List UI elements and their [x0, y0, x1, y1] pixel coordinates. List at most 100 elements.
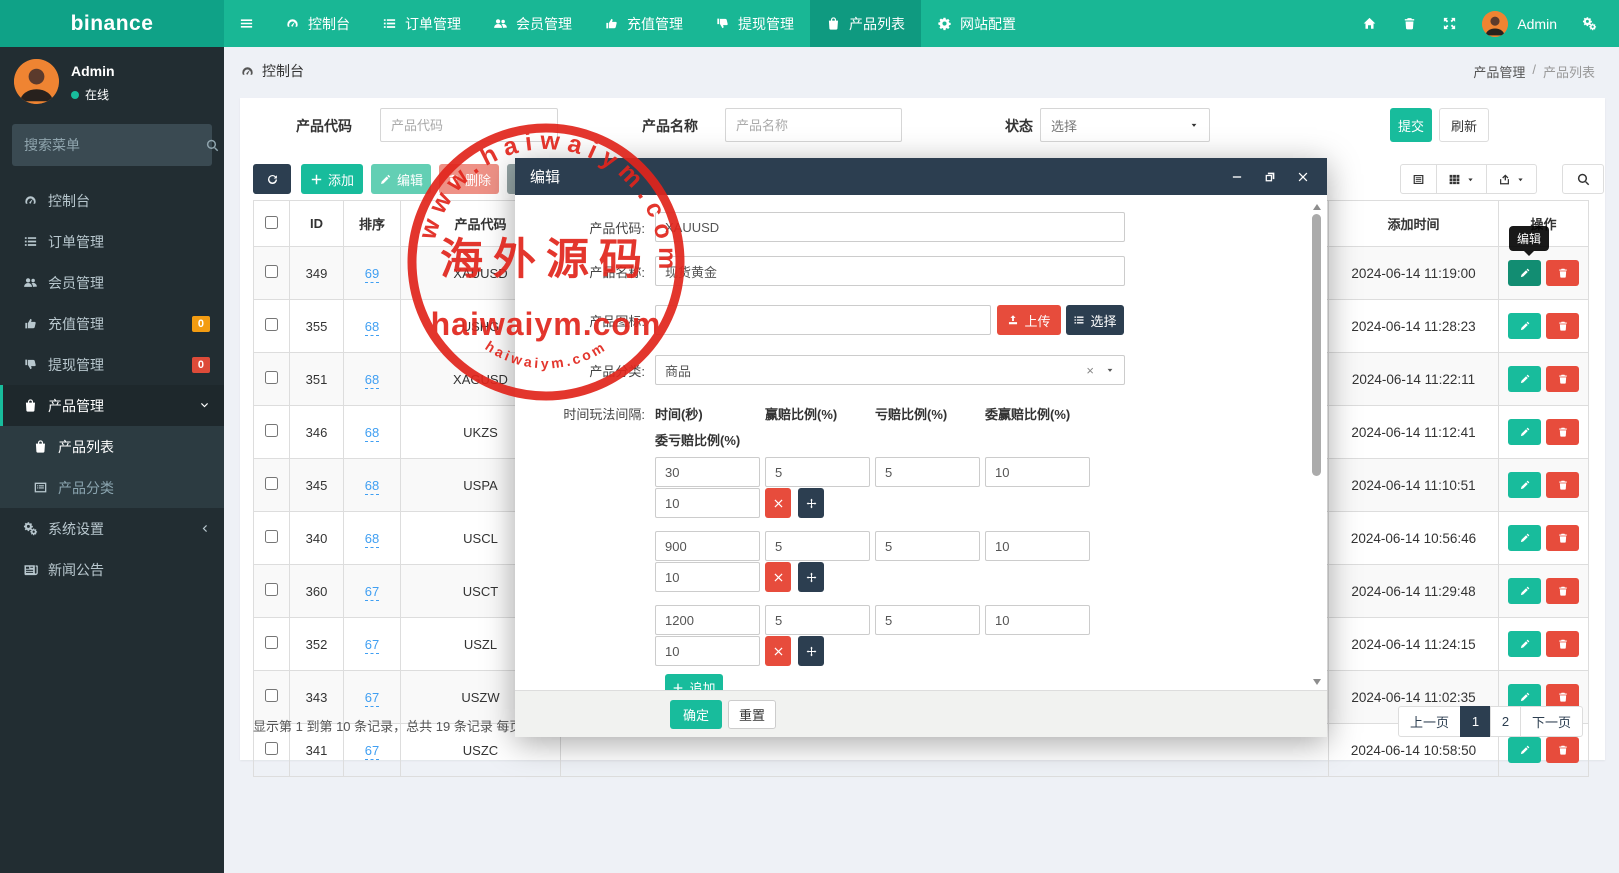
nav-item-site-config[interactable]: 网站配置	[921, 0, 1032, 47]
row-checkbox[interactable]	[265, 583, 278, 596]
edit-button[interactable]: 编辑	[371, 164, 431, 194]
sort-link[interactable]: 68	[365, 425, 379, 442]
dwin-ratio-input[interactable]	[985, 457, 1090, 487]
submit-button[interactable]: 提交	[1390, 108, 1432, 142]
nav-item-orders[interactable]: 订单管理	[366, 0, 477, 47]
delete-button[interactable]: 删除	[439, 164, 499, 194]
row-checkbox[interactable]	[265, 424, 278, 437]
dwin-ratio-input[interactable]	[985, 605, 1090, 635]
maximize-icon[interactable]	[1264, 171, 1276, 183]
search-icon[interactable]	[205, 138, 220, 153]
sidebar-item-orders[interactable]: 订单管理	[0, 221, 224, 262]
remove-row-button[interactable]	[765, 562, 791, 592]
row-checkbox[interactable]	[265, 689, 278, 702]
win-ratio-input[interactable]	[765, 457, 870, 487]
row-delete-button[interactable]	[1546, 472, 1579, 498]
export-button[interactable]	[1486, 164, 1537, 194]
menu-search-input[interactable]	[24, 137, 205, 153]
row-edit-button[interactable]	[1508, 578, 1541, 604]
refresh-button[interactable]: 刷新	[1439, 108, 1489, 142]
upload-button[interactable]: 上传	[997, 305, 1061, 335]
win-ratio-input[interactable]	[765, 605, 870, 635]
nav-item-product-list[interactable]: 产品列表	[810, 0, 921, 47]
row-delete-button[interactable]	[1546, 366, 1579, 392]
sidebar-item-product-manage[interactable]: 产品管理	[0, 385, 224, 426]
product-name-input[interactable]	[725, 108, 902, 142]
table-refresh-button[interactable]	[253, 164, 291, 194]
sidebar-item-members[interactable]: 会员管理	[0, 262, 224, 303]
dialog-scrollbar[interactable]	[1311, 200, 1323, 689]
row-delete-button[interactable]	[1546, 631, 1579, 657]
row-edit-button[interactable]	[1508, 419, 1541, 445]
row-checkbox[interactable]	[265, 265, 278, 278]
add-button[interactable]: 添加	[301, 164, 363, 194]
user-menu[interactable]: Admin	[1482, 11, 1557, 37]
gears-icon[interactable]	[1582, 16, 1597, 31]
remove-row-button[interactable]	[765, 488, 791, 518]
pagination-prev[interactable]: 上一页	[1398, 706, 1461, 737]
sidebar-item-product-category[interactable]: 产品分类	[0, 467, 224, 508]
row-checkbox[interactable]	[265, 742, 278, 755]
code-field[interactable]	[655, 212, 1125, 242]
row-edit-button[interactable]	[1508, 366, 1541, 392]
row-edit-button[interactable]	[1508, 260, 1541, 286]
product-code-input[interactable]	[380, 108, 558, 142]
move-row-button[interactable]	[798, 488, 824, 518]
row-delete-button[interactable]	[1546, 578, 1579, 604]
sidebar-toggle-button[interactable]	[224, 0, 269, 47]
clear-selection-icon[interactable]: ×	[1086, 363, 1094, 378]
dialog-titlebar[interactable]: 编辑	[515, 158, 1327, 195]
detail-view-button[interactable]	[1400, 164, 1437, 194]
sort-link[interactable]: 68	[365, 372, 379, 389]
sort-link[interactable]: 68	[365, 319, 379, 336]
row-checkbox[interactable]	[265, 318, 278, 331]
time-input[interactable]	[655, 531, 760, 561]
row-delete-button[interactable]	[1546, 525, 1579, 551]
row-checkbox[interactable]	[265, 371, 278, 384]
sort-link[interactable]: 69	[365, 266, 379, 283]
icon-field[interactable]	[655, 305, 991, 335]
lose-ratio-input[interactable]	[875, 457, 980, 487]
close-icon[interactable]	[1297, 171, 1309, 183]
win-ratio-input[interactable]	[765, 531, 870, 561]
choose-button[interactable]: 选择	[1066, 305, 1124, 335]
nav-item-recharge[interactable]: 充值管理	[588, 0, 699, 47]
reset-button[interactable]: 重置	[728, 700, 776, 729]
row-edit-button[interactable]	[1508, 525, 1541, 551]
row-checkbox[interactable]	[265, 477, 278, 490]
sidebar-item-dashboard[interactable]: 控制台	[0, 180, 224, 221]
fullscreen-icon[interactable]	[1442, 16, 1457, 31]
sidebar-item-recharge[interactable]: 充值管理0	[0, 303, 224, 344]
append-row-button[interactable]: 追加	[665, 674, 723, 690]
nav-item-withdraw[interactable]: 提现管理	[699, 0, 810, 47]
columns-button[interactable]	[1436, 164, 1487, 194]
pagination-next[interactable]: 下一页	[1520, 706, 1583, 737]
move-row-button[interactable]	[798, 636, 824, 666]
minimize-icon[interactable]	[1231, 171, 1243, 183]
dlose-ratio-input[interactable]	[655, 488, 760, 518]
sort-link[interactable]: 68	[365, 478, 379, 495]
move-row-button[interactable]	[798, 562, 824, 592]
sidebar-item-product-list[interactable]: 产品列表	[0, 426, 224, 467]
breadcrumb-dashboard[interactable]: 控制台	[240, 61, 304, 81]
brand-logo[interactable]: binance	[0, 0, 224, 47]
scrollbar-thumb[interactable]	[1312, 214, 1321, 476]
sidebar-item-system-settings[interactable]: 系统设置	[0, 508, 224, 549]
remove-row-button[interactable]	[765, 636, 791, 666]
online-status[interactable]: 在线	[71, 86, 115, 103]
pagination-page-2[interactable]: 2	[1490, 706, 1521, 737]
dwin-ratio-input[interactable]	[985, 531, 1090, 561]
trash-icon[interactable]	[1402, 16, 1417, 31]
row-edit-button[interactable]	[1508, 472, 1541, 498]
sort-link[interactable]: 68	[365, 531, 379, 548]
ok-button[interactable]: 确定	[670, 700, 722, 729]
time-input[interactable]	[655, 605, 760, 635]
lose-ratio-input[interactable]	[875, 605, 980, 635]
row-delete-button[interactable]	[1546, 419, 1579, 445]
sort-link[interactable]: 67	[365, 690, 379, 707]
row-edit-button[interactable]	[1508, 737, 1541, 763]
scroll-down-icon[interactable]	[1313, 679, 1321, 689]
table-search-button[interactable]	[1562, 164, 1604, 194]
name-field[interactable]	[655, 256, 1125, 286]
sidebar-item-news[interactable]: 新闻公告	[0, 549, 224, 590]
